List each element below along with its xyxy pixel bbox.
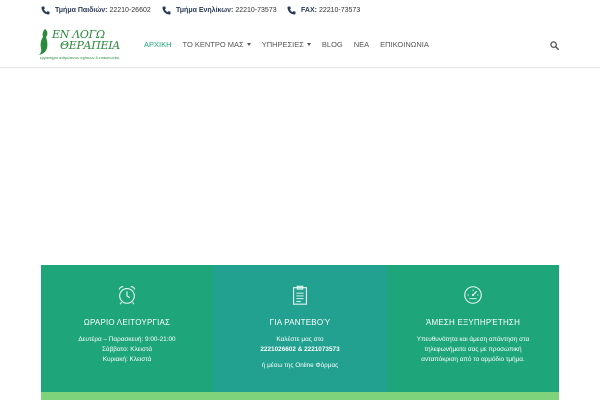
main-menu: ΑΡΧΙΚΗ ΤΟ ΚΕΝΤΡΟ ΜΑΣ ΥΠΗΡΕΣΙΕΣ BLOG ΝΕΑ …	[144, 40, 440, 49]
card-text: Καλέστε μας στο 2221026602 & 2221073573	[221, 335, 379, 355]
menu-item-label: ΕΠΙΚΟΙΝΩΝΙΑ	[380, 40, 429, 49]
opening-hours-card: ΩΡΑΡΙΟ ΛΕΙΤΟΥΡΓΙΑΣ Δευτέρα – Παρασκευή: …	[41, 265, 213, 400]
card-text: Υπευθυνότητα και άμεση απάντηση στα τηλε…	[395, 335, 551, 365]
card-accent-strip	[41, 392, 213, 400]
caret-down-icon	[246, 43, 251, 46]
adults-phone-value: 22210-73573	[235, 7, 277, 14]
phone-icon	[41, 6, 50, 15]
card-text: Δευτέρα – Παρασκευή: 9:00-21:00 Σάββατο:…	[49, 335, 205, 365]
menu-item-home[interactable]: ΑΡΧΙΚΗ	[144, 40, 172, 49]
card-accent-strip	[213, 392, 387, 400]
logo-tagline: εργαστήριο ανθρώπινων σχέσεων & επικοινω…	[40, 56, 120, 60]
service-text-line: τηλεφωνήματα σας με προσωπική	[424, 346, 522, 353]
logo-line-2: ΘΕΡΑΠΕΙΑ	[60, 39, 120, 52]
hours-sunday: Κυριακή: Κλειστά	[102, 356, 152, 363]
menu-item-label: ΤΟ ΚΕΝΤΡΟ ΜΑΣ	[182, 40, 244, 49]
top-contact-bar: Τμήμα Παιδιών: 22210-26602 Τμήμα Ενηλίκω…	[0, 0, 600, 22]
menu-item-contact[interactable]: ΕΠΙΚΟΙΝΩΝΙΑ	[380, 40, 429, 49]
main-navbar: ΕΝ ΛΟΓΩ ΘΕΡΑΠΕΙΑ εργαστήριο ανθρώπινων σ…	[0, 22, 600, 68]
menu-item-label: ΑΡΧΙΚΗ	[144, 40, 172, 49]
menu-item-blog[interactable]: BLOG	[322, 40, 343, 49]
children-phone[interactable]: Τμήμα Παιδιών: 22210-26602	[41, 6, 151, 15]
menu-item-label: BLOG	[321, 40, 343, 49]
adults-phone-label: Τμήμα Ενηλίκων:	[176, 7, 234, 14]
search-icon[interactable]	[550, 41, 559, 50]
site-logo[interactable]: ΕΝ ΛΟΓΩ ΘΕΡΑΠΕΙΑ εργαστήριο ανθρώπινων σ…	[38, 28, 138, 64]
menu-item-our-center[interactable]: ΤΟ ΚΕΝΤΡΟ ΜΑΣ	[183, 40, 251, 49]
gauge-icon	[462, 284, 484, 306]
phone-icon	[287, 6, 296, 15]
menu-item-label: ΝΕΑ	[353, 40, 370, 49]
clipboard-icon	[289, 284, 311, 306]
caret-down-icon	[306, 43, 311, 46]
appointment-phones[interactable]: 2221026602 & 2221073573	[221, 345, 379, 355]
appointment-card: ΓΙΑ ΡΑΝΤΕΒΟΎ Καλέστε μας στο 2221026602 …	[213, 265, 387, 400]
children-phone-label: Τμήμα Παιδιών:	[55, 7, 108, 14]
children-phone-value: 22210-26602	[109, 7, 151, 14]
card-title: ΓΙΑ ΡΑΝΤΕΒΟΎ	[269, 318, 331, 327]
service-text-line: Υπευθυνότητα και άμεση απάντηση στα	[416, 336, 530, 343]
service-text-line: ανταπόκριση από το αρμόδιο τμήμα.	[421, 356, 525, 363]
direct-service-card: ΆΜΕΣΗ ΕΞΥΠΗΡΈΤΗΣΗ Υπευθυνότητα και άμεση…	[387, 265, 559, 400]
fax-number: FAX: 22210-73573	[287, 6, 360, 15]
menu-item-news[interactable]: ΝΕΑ	[354, 40, 369, 49]
menu-item-label: ΥΠΗΡΕΣΙΕΣ	[261, 40, 304, 49]
card-accent-strip	[387, 392, 559, 400]
fax-value: 22210-73573	[318, 7, 361, 14]
phone-icon	[162, 6, 171, 15]
adults-phone[interactable]: Τμήμα Ενηλίκων: 22210-73573	[162, 6, 277, 15]
logo-figure-icon	[39, 29, 48, 55]
feature-cards: ΩΡΑΡΙΟ ΛΕΙΤΟΥΡΓΙΑΣ Δευτέρα – Παρασκευή: …	[41, 265, 559, 400]
hours-weekdays: Δευτέρα – Παρασκευή: 9:00-21:00	[78, 336, 176, 343]
alarm-clock-icon	[116, 284, 138, 306]
call-us-text: Καλέστε μας στο	[276, 336, 324, 343]
card-title: ΆΜΕΣΗ ΕΞΥΠΗΡΈΤΗΣΗ	[425, 318, 521, 327]
hours-saturday: Σάββατο: Κλειστά	[101, 346, 153, 353]
online-form-link[interactable]: ή μέσω της Online Φόρμας	[213, 362, 387, 369]
fax-label: FAX:	[301, 7, 317, 14]
menu-item-services[interactable]: ΥΠΗΡΕΣΙΕΣ	[262, 40, 311, 49]
card-title: ΩΡΑΡΙΟ ΛΕΙΤΟΥΡΓΙΑΣ	[83, 318, 171, 327]
